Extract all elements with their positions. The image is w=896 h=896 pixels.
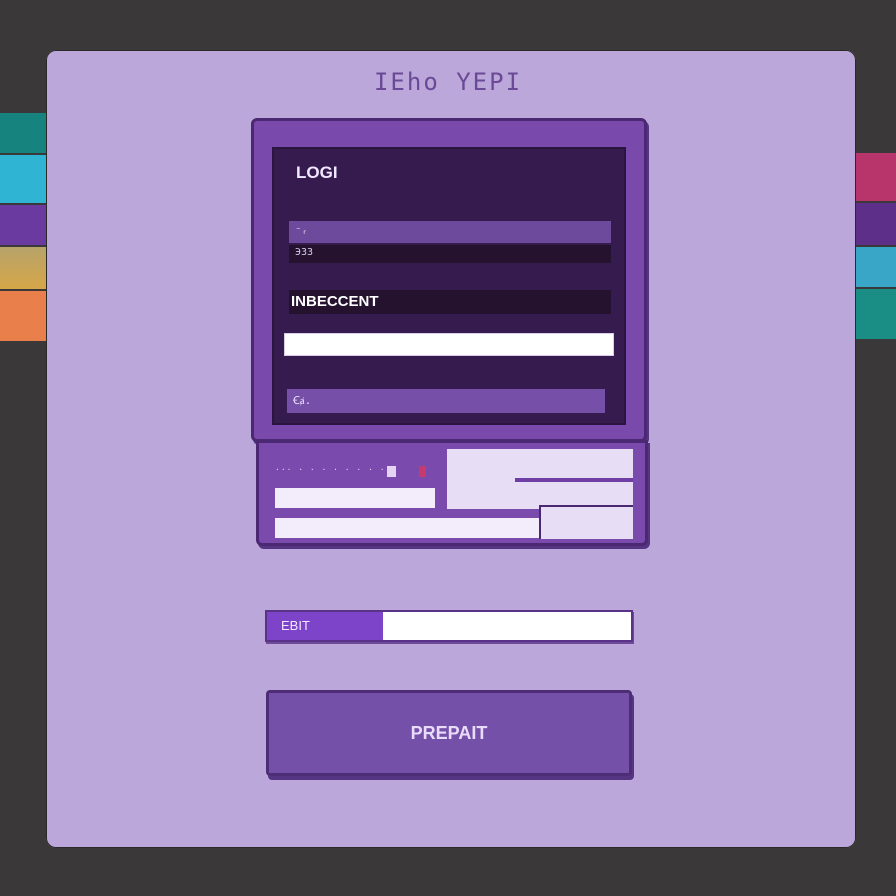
monitor-frame: LOGI ⁻ᵣ ЭЗЗ INBECCENT Ꞓⱥ.: [251, 118, 647, 442]
confirm-field[interactable]: Ꞓⱥ.: [287, 389, 605, 413]
status-light-white: [387, 466, 396, 477]
section-label: INBECCENT: [289, 290, 611, 314]
login-screen: LOGI ⁻ᵣ ЭЗЗ INBECCENT Ꞓⱥ.: [272, 147, 626, 425]
prepare-button[interactable]: PREPAIT: [266, 690, 632, 776]
status-light-pink: [419, 466, 426, 477]
input-slot-bottom[interactable]: [275, 518, 539, 538]
right-color-tab-teal: [854, 289, 896, 339]
left-color-tab-purple: [0, 205, 46, 245]
progress-bar: EBIT: [265, 610, 633, 642]
right-color-tab-blue: [854, 247, 896, 287]
display-sub-block: [539, 505, 633, 539]
indicator-dots: ··· · · · · · · · · ·: [275, 465, 398, 474]
display-stripe: [515, 478, 633, 482]
login-title: LOGI: [296, 163, 338, 182]
left-color-tab-orange: [0, 291, 46, 341]
prepare-button-label: PREPAIT: [410, 722, 488, 743]
username-field[interactable]: ⁻ᵣ: [289, 221, 611, 243]
left-color-tab-gold: [0, 247, 46, 289]
input-slot-top[interactable]: [275, 488, 435, 508]
left-color-tab-teal: [0, 113, 46, 153]
password-field[interactable]: [284, 333, 614, 356]
right-color-tab-magenta: [854, 153, 896, 201]
left-color-tab-cyan: [0, 155, 46, 203]
console-base: ··· · · · · · · · · ·: [256, 440, 648, 546]
username-hint: ЭЗЗ: [289, 245, 611, 263]
display-block: [447, 449, 633, 509]
progress-label: EBIT: [281, 618, 310, 633]
right-color-tab-purple: [854, 203, 896, 245]
page-title: IEho YEPI: [373, 68, 523, 96]
